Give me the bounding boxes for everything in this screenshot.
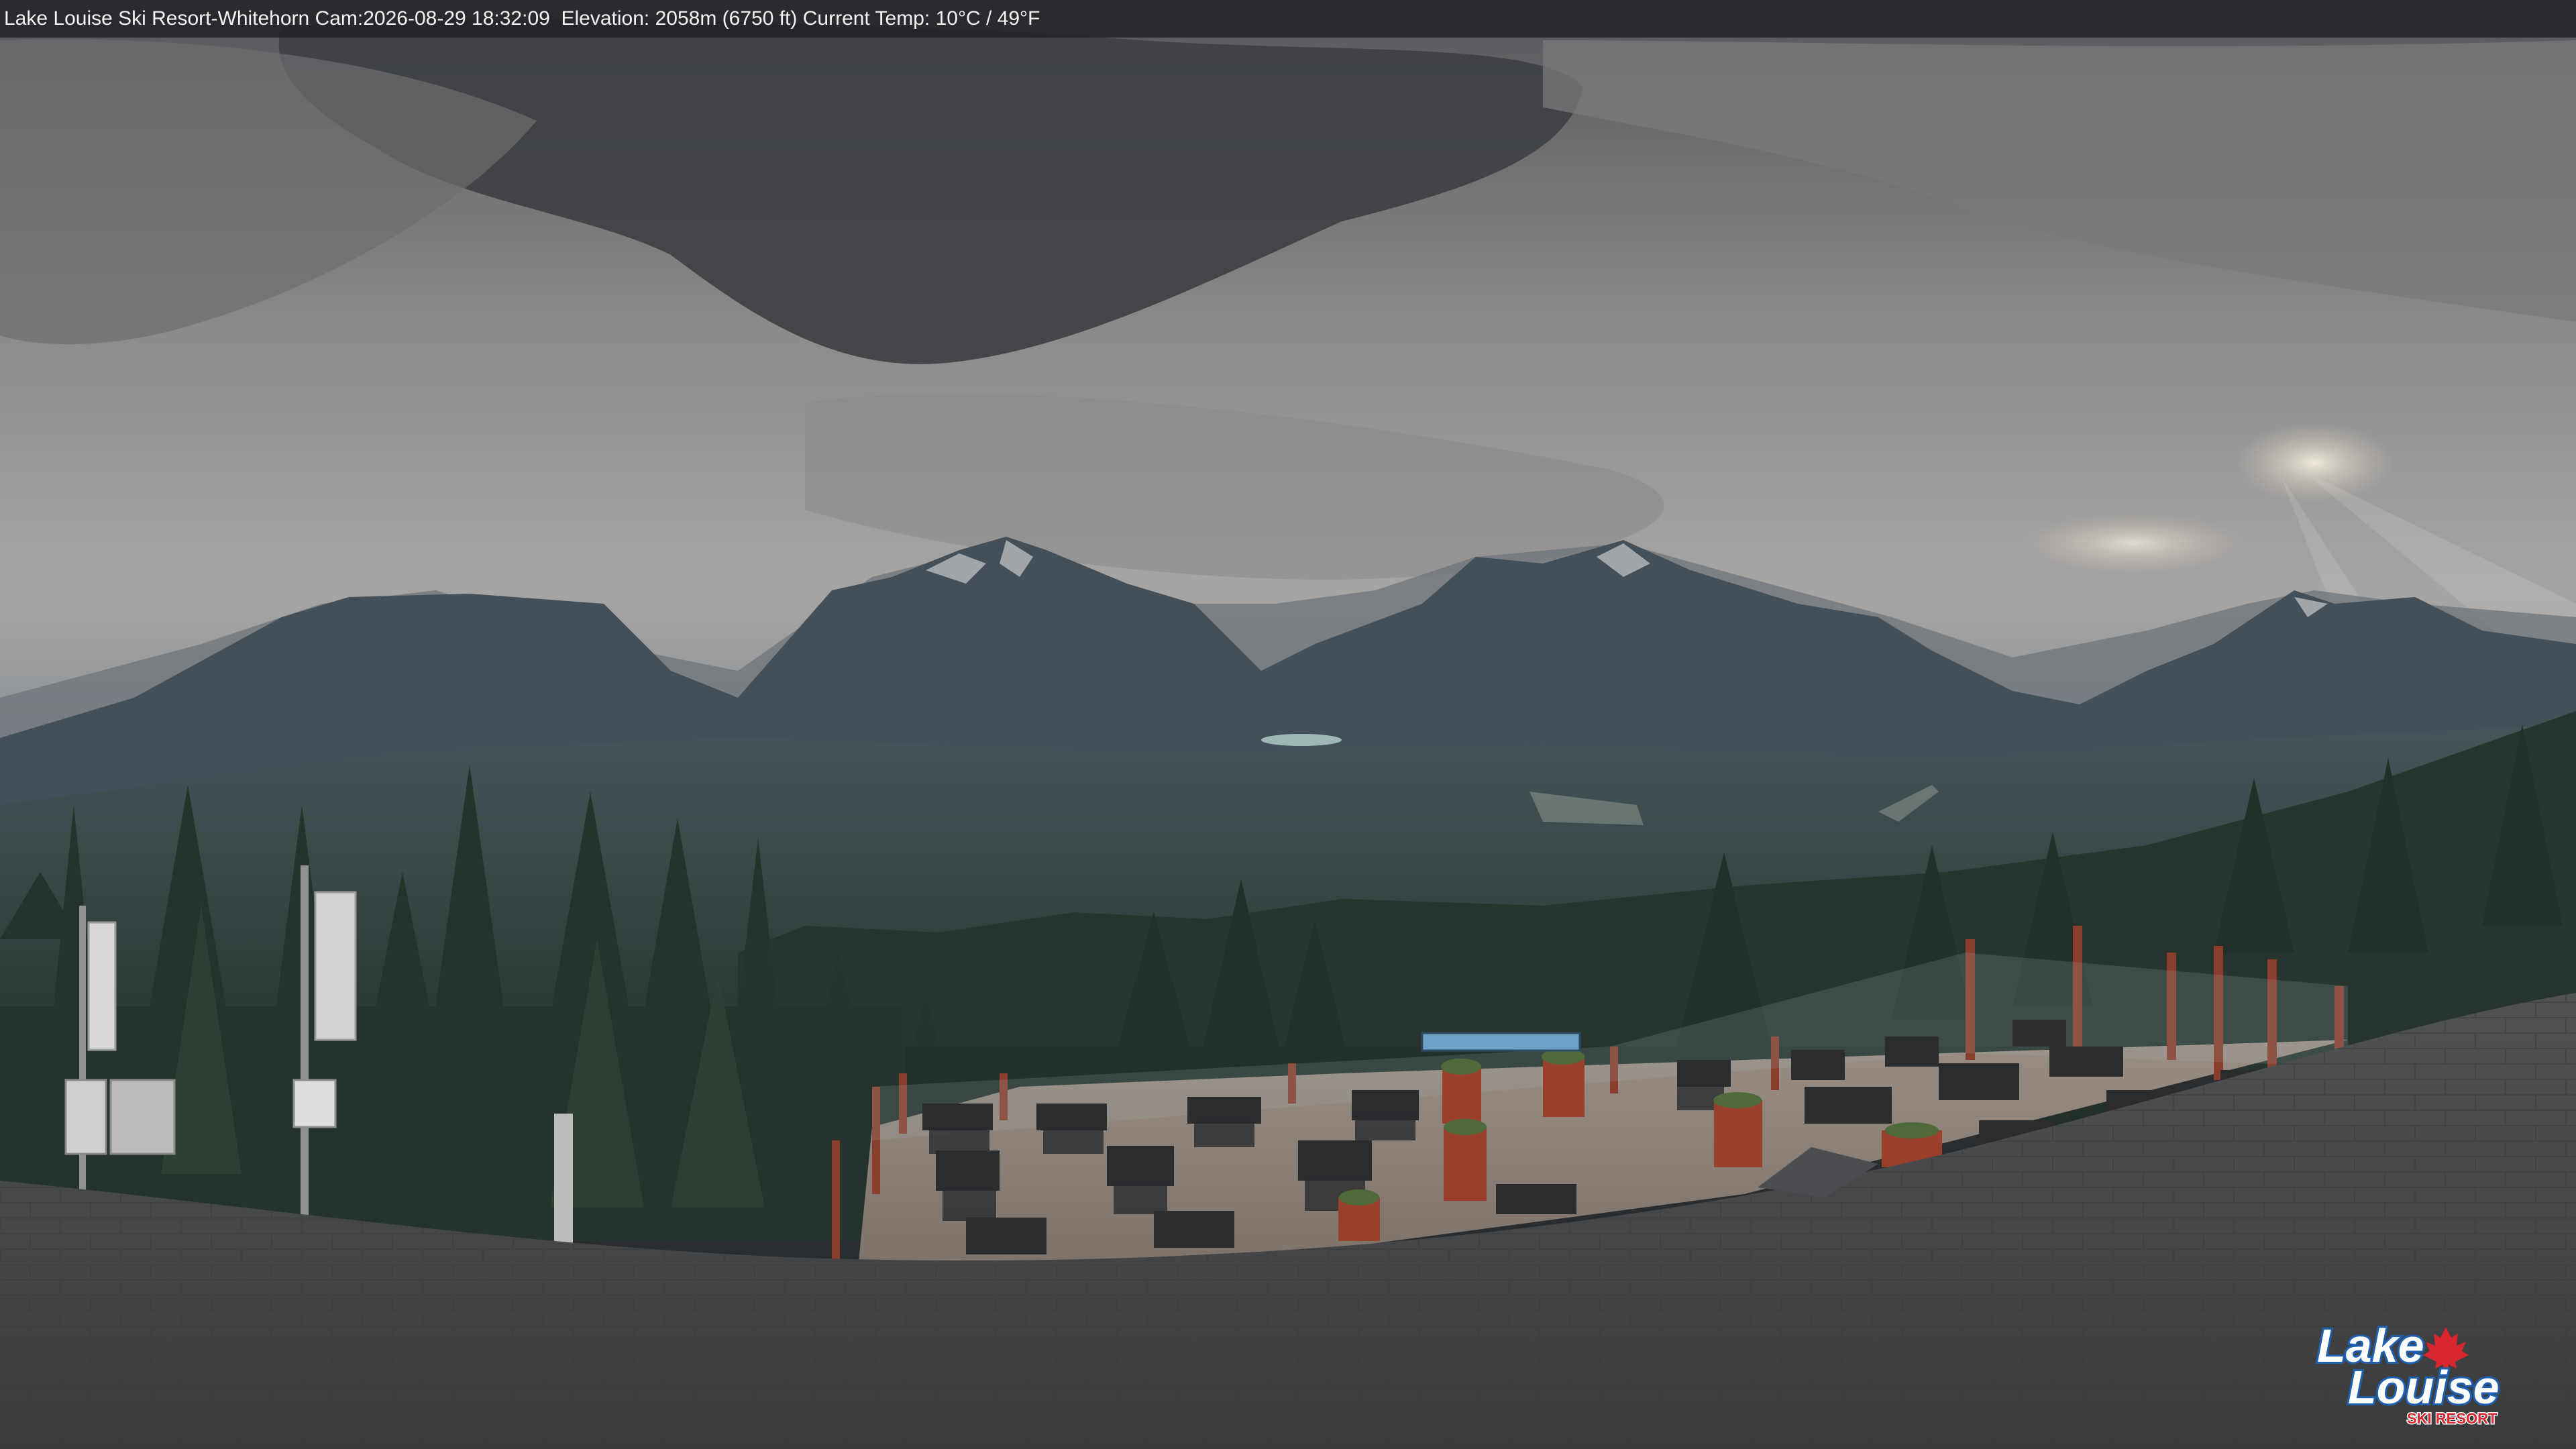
viewpoint-sign [1421, 1032, 1581, 1052]
logo-line-3: SKI RESORT [2407, 1410, 2498, 1427]
webcam-viewer: Lake Louise Ski Resort - Whitehorn Cam :… [0, 0, 2576, 1449]
lake-louise-logo: Lake Louise SKI RESORT [2315, 1322, 2502, 1428]
sun-glow [2234, 423, 2395, 503]
resort-name: Lake Louise Ski Resort [4, 7, 211, 30]
temperature-value: 10°C / 49°F [935, 7, 1040, 30]
lake [1261, 734, 1342, 746]
elevation-label: Elevation: [561, 7, 650, 30]
webcam-info-bar: Lake Louise Ski Resort - Whitehorn Cam :… [0, 0, 2576, 38]
camera-name: Whitehorn Cam [217, 7, 358, 30]
webcam-image [0, 0, 2576, 1449]
elevation-value: 2058m (6750 ft) [655, 7, 798, 30]
timestamp: 2026-08-29 18:32:09 [363, 7, 550, 30]
temperature-label: Current Temp: [802, 7, 930, 30]
logo-line-2: Louise [2348, 1361, 2500, 1413]
